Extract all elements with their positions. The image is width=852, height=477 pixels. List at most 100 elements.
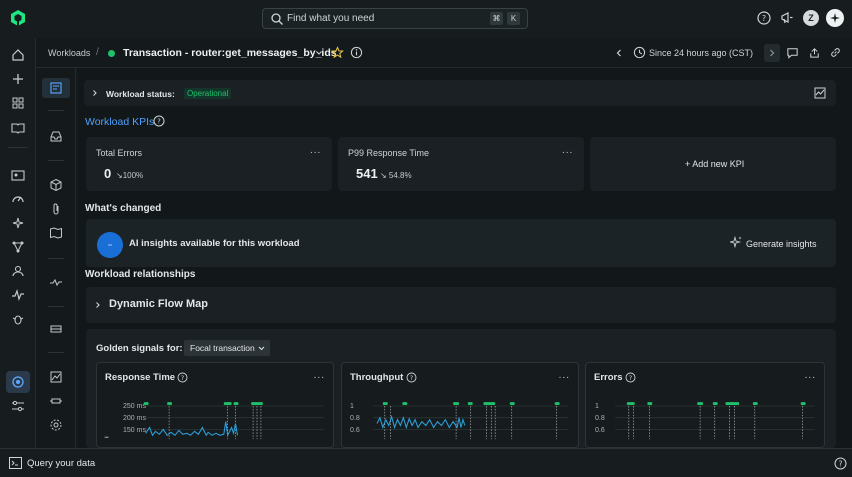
sliders-icon[interactable] [10,398,26,414]
search-placeholder: Find what you need [287,13,375,24]
ai-insights-avatar [97,232,123,258]
subnav-divider [48,306,64,307]
throughput-chart [373,402,569,440]
chevron-left-icon[interactable] [614,47,624,59]
book-icon[interactable] [10,120,26,136]
sparkle-icon[interactable] [10,215,26,231]
kpi-menu-button[interactable]: ... [562,145,573,156]
gauge-icon[interactable] [10,191,26,207]
subnav-divider [48,352,64,353]
map-icon[interactable] [49,226,63,240]
plug-icon[interactable] [49,394,63,408]
clock-icon [633,46,646,59]
entity-title[interactable]: Transaction - router:get_messages_by_ids [123,47,337,59]
whats-changed-heading: What's changed [85,203,162,214]
kpi-title: Total Errors [96,148,143,158]
breadcrumb-workloads[interactable]: Workloads [48,48,90,58]
help-icon[interactable]: ? [756,10,772,26]
breadcrumb-separator: / [96,47,99,58]
chevron-right-icon[interactable] [91,89,99,97]
dropdown-value: Focal transaction [190,343,255,353]
link-icon[interactable] [829,46,842,59]
status-dot [108,50,115,57]
summary-icon[interactable] [49,81,63,95]
ai-insights-panel: AI insights available for this workload … [86,219,836,267]
megaphone-icon[interactable] [779,10,795,26]
add-kpi-button[interactable]: + Add new KPI [590,137,836,191]
response-time-chart [104,402,324,440]
home-icon[interactable] [10,47,26,63]
apps-grid-icon[interactable] [10,95,26,111]
new-relic-logo-icon[interactable] [9,9,27,27]
add-kpi-label: + Add new KPI [685,159,745,169]
entity-header: Workloads / Transaction - router:get_mes… [36,38,852,68]
users-icon[interactable] [10,263,26,279]
ai-insights-text: AI insights available for this workload [129,238,300,249]
golden-signals-label: Golden signals for: [96,343,183,354]
sparkle-icon [730,236,742,248]
global-nav [0,38,36,448]
search-input[interactable]: Find what you need ⌘ K [262,8,528,29]
dynamic-flow-map-panel[interactable]: Dynamic Flow Map [86,287,836,323]
comment-icon[interactable] [786,46,799,59]
kpis-heading[interactable]: Workload KPIs [85,116,154,128]
terminal-icon[interactable] [9,457,22,469]
cube-icon[interactable] [49,178,63,192]
kpi-menu-button[interactable]: ... [310,145,321,156]
kpi-card-p99-response-time[interactable]: P99 Response Time ... 541 ↘ 54.8% [338,137,584,191]
activity-icon[interactable] [10,287,26,303]
chart-icon[interactable] [814,87,826,99]
kbd-cmd: ⌘ [490,12,503,25]
chevron-down-icon [258,346,265,351]
kpi-card-total-errors[interactable]: Total Errors ... 0 ↘100% [86,137,332,191]
settings-gear-icon[interactable] [49,418,63,432]
network-icon[interactable] [10,239,26,255]
time-next-button[interactable] [764,44,780,62]
subnav-divider [48,160,64,161]
paperclip-icon[interactable] [49,202,63,216]
share-icon[interactable] [808,46,821,59]
workload-status-label: Workload status: [106,89,175,99]
workload-status-bar[interactable]: Workload status: Operational [84,80,836,106]
chart-card-errors[interactable]: Errors ? ... 1 0.8 0.6 [585,362,825,448]
chevron-down-icon[interactable] [315,49,323,57]
id-card-icon[interactable] [10,167,26,183]
chart-card-response-time[interactable]: Response Time ? ... 250 ms 200 ms 150 ms [96,362,334,448]
time-range-picker[interactable]: Since 24 hours ago (CST) [649,48,753,58]
wave-icon[interactable] [49,275,63,289]
add-icon[interactable] [10,71,26,87]
main-content: Workload status: Operational Workload KP… [78,68,852,448]
workloads-icon[interactable] [10,374,26,390]
kpi-change: ↘100% [116,171,144,180]
bug-icon[interactable] [10,311,26,327]
flow-map-label: Dynamic Flow Map [109,298,209,310]
chart-icon[interactable] [49,370,63,384]
info-icon[interactable] [350,46,363,59]
help-icon[interactable]: ? [153,115,165,127]
help-icon[interactable]: ? [834,457,847,470]
ai-assistant-button[interactable] [826,9,844,27]
query-bar: Query your data ? [0,448,852,477]
svg-text:?: ? [157,118,161,126]
subnav-divider [48,258,64,259]
chevron-right-icon[interactable] [94,301,102,309]
server-icon[interactable] [49,322,63,336]
subnav-divider [48,110,64,111]
relationships-heading: Workload relationships [85,269,196,280]
user-avatar[interactable]: Z [803,10,819,26]
kpi-title: P99 Response Time [348,148,430,158]
kbd-k: K [507,12,520,25]
generate-insights-button[interactable]: Generate insights [746,239,817,249]
entity-sidebar [36,68,76,448]
kpi-value: 541 [356,166,378,181]
query-your-data-button[interactable]: Query your data [27,458,95,469]
svg-text:?: ? [762,14,766,23]
svg-text:?: ? [839,459,843,468]
inbox-icon[interactable] [49,129,63,143]
status-badge: Operational [184,88,232,99]
top-bar: Find what you need ⌘ K ? Z [0,0,852,38]
chart-card-throughput[interactable]: Throughput ? ... 1 0.8 0.6 [341,362,579,448]
star-icon[interactable] [331,46,344,59]
golden-signals-dropdown[interactable]: Focal transaction [184,340,270,356]
kpi-value: 0 [104,166,112,181]
